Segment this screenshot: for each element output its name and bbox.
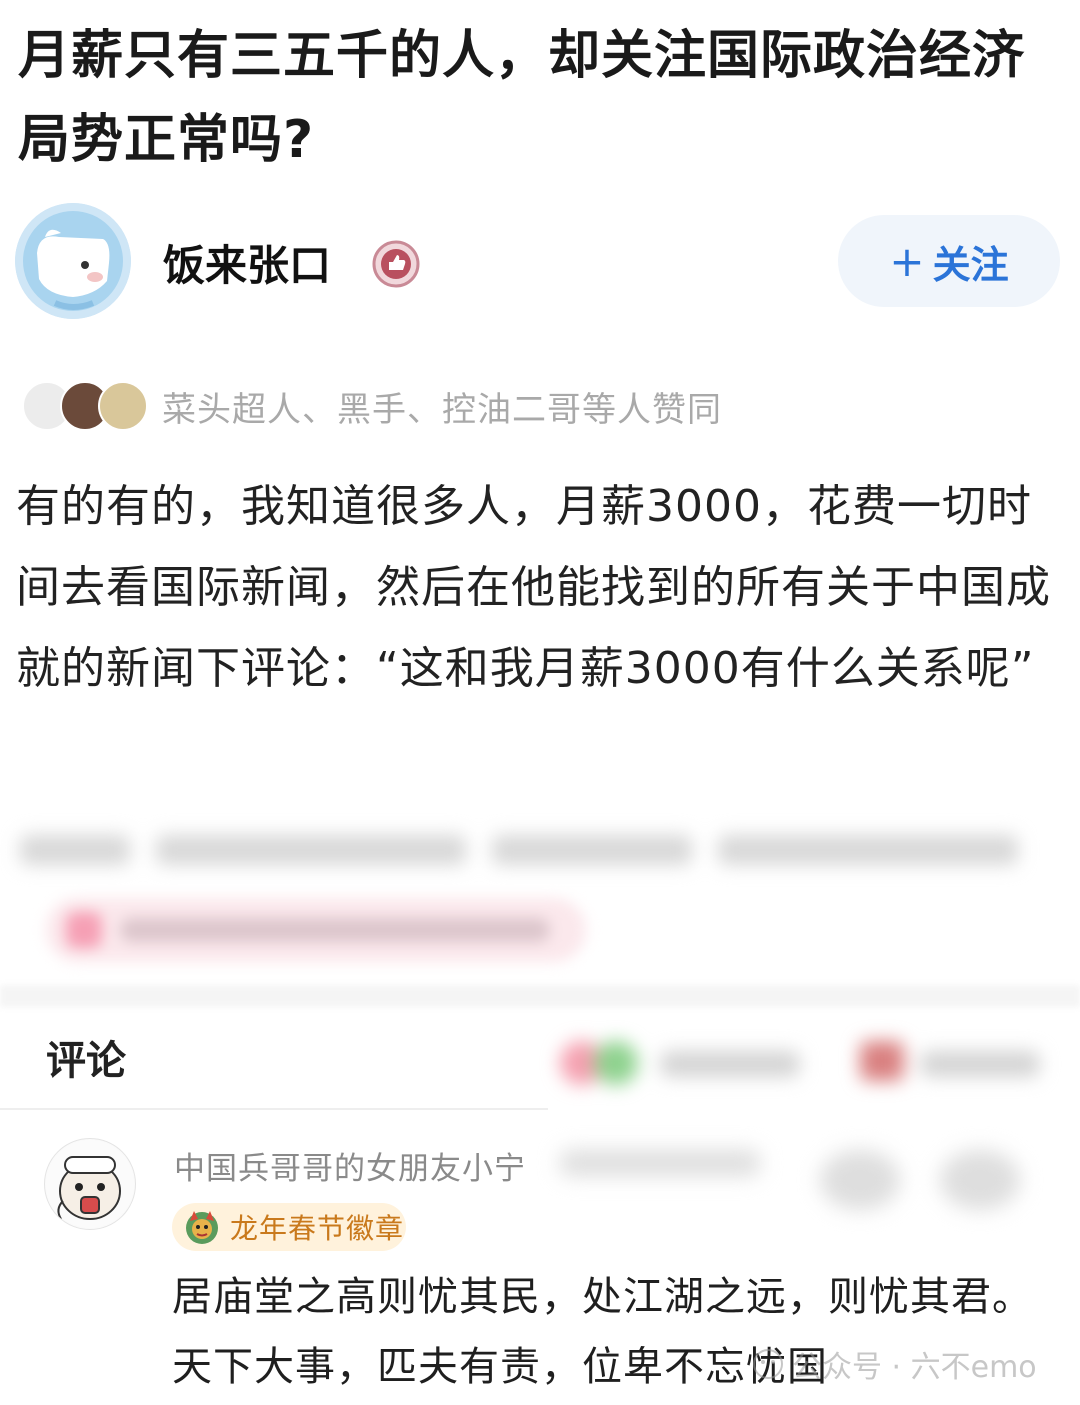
author-name[interactable]: 饭来张口 (163, 232, 331, 293)
cartoon-dog-avatar-icon (15, 203, 131, 319)
plus-icon: + (889, 236, 925, 286)
comments-heading: 评论 (46, 1038, 126, 1084)
comments-divider (0, 1108, 548, 1110)
blurred-tag (46, 898, 586, 962)
dragon-icon (186, 1211, 218, 1244)
likers-row[interactable]: 菜头超人、黑手、控油二哥等人赞同 (22, 378, 722, 434)
commenter-name[interactable]: 中国兵哥哥的女朋友小宁 (174, 1143, 526, 1188)
blurred-meta-info (20, 820, 1060, 880)
section-divider (0, 985, 1080, 1007)
festival-badge-label: 龙年春节徽章 (230, 1212, 405, 1245)
liker-avatar (98, 381, 148, 431)
commenter-avatar[interactable] (44, 1138, 136, 1230)
watermark-text: 公众号 · 六不emo (792, 1350, 1037, 1385)
thumbs-up-badge-icon (372, 240, 420, 288)
follow-button-label: 关注 (932, 242, 1009, 287)
follow-button[interactable]: + 关注 (838, 215, 1060, 307)
question-title: 月薪只有三五千的人，却关注国际政治经济局势正常吗? (18, 26, 1026, 170)
watermark: 公众号 · 六不emo (752, 1342, 1037, 1386)
blurred-comment-side (560, 1140, 1060, 1260)
cartoon-character-avatar-icon (46, 1140, 134, 1228)
festival-badge[interactable]: 龙年春节徽章 (172, 1203, 406, 1251)
answer-body: 有的有的，我知道很多人，月薪3000，花费一切时间去看国际新闻，然后在他能找到的… (16, 481, 1051, 694)
author-avatar[interactable] (15, 203, 131, 319)
likers-text: 菜头超人、黑手、控油二哥等人赞同 (162, 389, 722, 430)
wechat-official-account-icon (753, 1349, 783, 1379)
blurred-comment-stats (560, 1025, 1060, 1095)
